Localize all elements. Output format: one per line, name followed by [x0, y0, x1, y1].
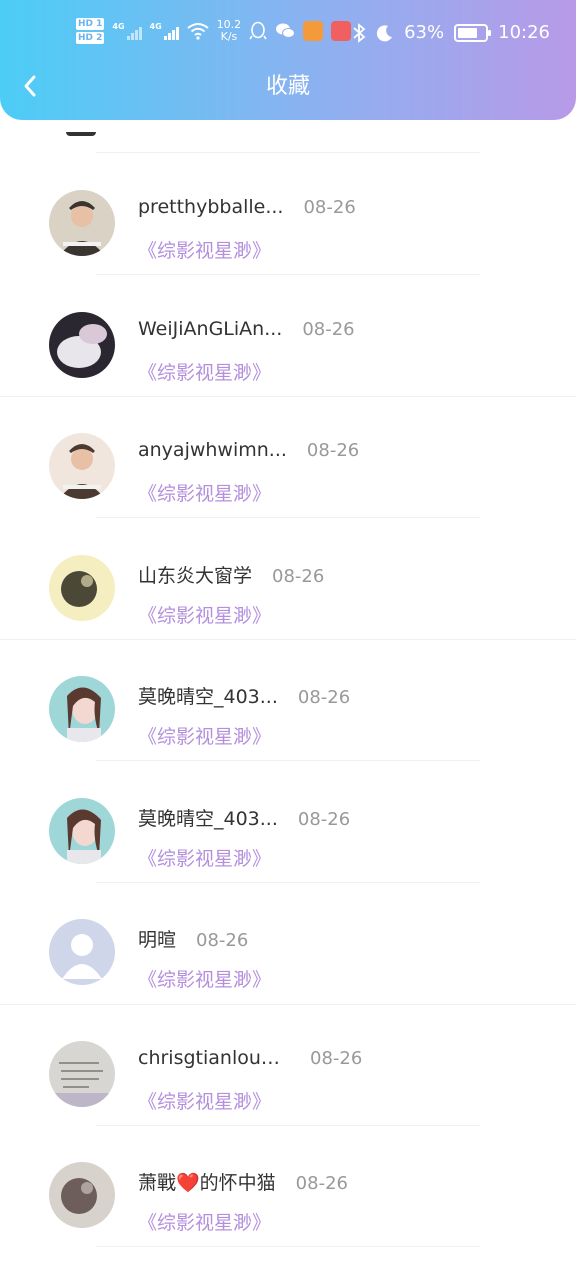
- user-name[interactable]: WeiJiAnGLiAn...: [138, 318, 282, 340]
- name-row: anyajwhwimn... 08-26: [138, 439, 359, 461]
- book-title-link[interactable]: 《综影视星渺》: [138, 1208, 271, 1235]
- book-title-link[interactable]: 《综影视星渺》: [138, 236, 271, 263]
- battery-icon: [454, 23, 492, 42]
- network-speed: 10.2 K/s: [216, 18, 242, 43]
- user-name[interactable]: 明暄: [138, 925, 176, 952]
- wechat-icon: [276, 23, 296, 38]
- book-title-link[interactable]: 《综影视星渺》: [138, 358, 271, 385]
- bluetooth-icon: [353, 22, 366, 43]
- book-app-icon: [331, 21, 352, 41]
- name-row: 萧戰❤️的怀中猫 08-26: [138, 1168, 348, 1195]
- video-app-icon: [303, 21, 324, 41]
- divider: [96, 1246, 480, 1247]
- name-row: 明暄 08-26: [138, 925, 248, 952]
- girl-avatar[interactable]: [49, 676, 115, 742]
- text-avatar[interactable]: [49, 1040, 115, 1107]
- book-title-link[interactable]: 《综影视星渺》: [138, 965, 271, 992]
- art-avatar[interactable]: [49, 1162, 115, 1228]
- favorite-date: 08-26: [272, 565, 325, 587]
- girl-avatar[interactable]: [49, 797, 115, 864]
- list-item[interactable]: 山东炎大窗学 08-26 《综影视星渺》: [0, 519, 576, 640]
- user-name[interactable]: pretthybballe...: [138, 196, 283, 218]
- user-name[interactable]: 萧戰❤️的怀中猫: [138, 1168, 276, 1195]
- name-row: WeiJiAnGLiAn... 08-26: [138, 318, 355, 340]
- page-title: 收藏: [265, 74, 310, 99]
- art-avatar[interactable]: [49, 554, 115, 621]
- hd-indicator: HD 1 HD 2: [76, 18, 105, 44]
- moon-icon: [376, 24, 393, 41]
- book-title-link[interactable]: 《综影视星渺》: [138, 479, 271, 506]
- name-row: pretthybballe... 08-26: [138, 196, 356, 218]
- favorite-date: 08-26: [302, 318, 355, 340]
- list-item[interactable]: anyajwhwimn... 08-26 《综影视星渺》: [0, 397, 576, 519]
- favorite-date: 08-26: [303, 197, 356, 218]
- book-title-link[interactable]: 《综影视星渺》: [138, 1087, 271, 1114]
- name-row: chrisgtianloub... 08-26: [138, 1047, 362, 1069]
- cat-avatar[interactable]: [49, 311, 115, 378]
- book-title-link[interactable]: 《综影视星渺》: [138, 722, 271, 749]
- default-user-avatar[interactable]: [49, 919, 115, 985]
- book-title-link[interactable]: 《综影视星渺》: [138, 844, 271, 871]
- list-item[interactable]: 明暄 08-26 《综影视星渺》: [0, 883, 576, 1005]
- user-name[interactable]: 山东炎大窗学: [138, 561, 252, 588]
- user-name[interactable]: 莫晚晴空_403...: [138, 804, 278, 831]
- list-item[interactable]: 莫晚晴空_403... 08-26 《综影视星渺》: [0, 640, 576, 762]
- favorite-date: 08-26: [306, 440, 360, 461]
- list-item[interactable]: pretthybballe... 08-26 《综影视星渺》: [0, 154, 576, 276]
- signal-icon: 4G: [112, 22, 142, 40]
- signal-icon-2: 4G: [150, 22, 179, 40]
- favorite-date: 08-26: [196, 930, 249, 951]
- photo-avatar[interactable]: [49, 190, 115, 256]
- photo-avatar[interactable]: [49, 433, 115, 499]
- favorites-list: pretthybballe... 08-26 《综影视星渺》 WeiJiAnGLiAn…: [0, 154, 576, 1248]
- favorite-date: 08-26: [297, 808, 351, 830]
- status-bar: HD 1 HD 2 4G 4G 10.2 K/s 63% 10:26: [0, 0, 576, 66]
- name-row: 山东炎大窗学 08-26: [138, 561, 324, 588]
- partial-list-item: [0, 120, 576, 154]
- name-row: 莫晚晴空_403... 08-26: [138, 804, 350, 831]
- list-item[interactable]: 莫晚晴空_403... 08-26 《综影视星渺》: [0, 762, 576, 884]
- name-row: 莫晚晴空_403... 08-26: [138, 682, 350, 709]
- favorite-date: 08-26: [297, 687, 351, 708]
- list-item[interactable]: chrisgtianloub... 08-26 《综影视星渺》: [0, 1005, 576, 1127]
- user-name[interactable]: anyajwhwimn...: [138, 439, 287, 461]
- hd2-label: HD 2: [76, 32, 105, 44]
- hd1-label: HD 1: [76, 18, 105, 30]
- list-item[interactable]: 萧戰❤️的怀中猫 08-26 《综影视星渺》: [0, 1126, 576, 1248]
- favorite-date: 08-26: [310, 1047, 363, 1069]
- battery-percent: 63%: [404, 22, 445, 43]
- wifi-icon: [187, 23, 209, 40]
- qq-icon: [249, 21, 267, 40]
- book-title-link[interactable]: 《综影视星渺》: [138, 601, 271, 628]
- header-bar: HD 1 HD 2 4G 4G 10.2 K/s 63% 10:26 收藏: [0, 0, 576, 120]
- clock: 10:26: [498, 22, 550, 43]
- user-name[interactable]: chrisgtianloub...: [138, 1047, 290, 1069]
- list-item[interactable]: WeiJiAnGLiAn... 08-26 《综影视星渺》: [0, 276, 576, 397]
- user-name[interactable]: 莫晚晴空_403...: [138, 682, 278, 709]
- favorite-date: 08-26: [295, 1173, 348, 1194]
